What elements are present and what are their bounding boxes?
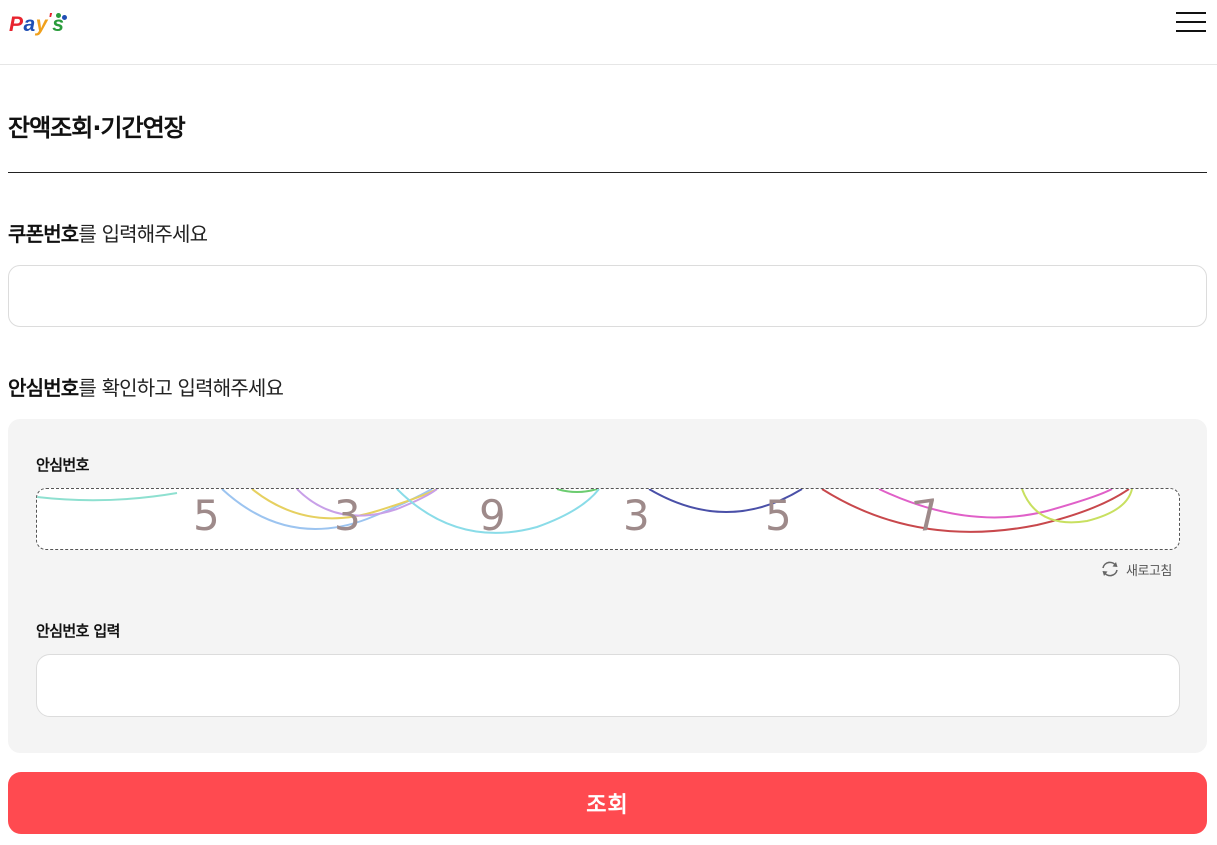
lookup-button[interactable]: 조회 (8, 772, 1207, 834)
captcha-digit: 5 (193, 491, 220, 540)
page-title: 잔액조회·기간연장 (8, 114, 186, 142)
refresh-captcha-button[interactable]: 새로고침 (1100, 559, 1172, 579)
refresh-label: 새로고침 (1126, 563, 1172, 579)
refresh-icon (1102, 561, 1118, 577)
coupon-label-bold: 쿠폰번호 (8, 222, 79, 246)
coupon-number-input[interactable] (8, 265, 1207, 327)
captcha-digit: 3 (334, 491, 361, 540)
hamburger-menu-icon[interactable] (1176, 12, 1208, 34)
captcha-image-label: 안심번호 (36, 456, 89, 474)
captcha-image: 5 3 9 3 5 7 (36, 488, 1180, 550)
captcha-digit: 5 (765, 491, 792, 540)
captcha-digit: 7 (909, 489, 944, 542)
captcha-digit: 3 (623, 491, 650, 540)
captcha-panel: 안심번호 5 3 9 3 5 7 새로고침 안심번호 입력 (8, 419, 1207, 753)
captcha-input-label: 안심번호 입력 (36, 622, 120, 640)
title-divider (8, 172, 1207, 173)
coupon-label: 쿠폰번호를 입력해주세요 (8, 218, 208, 247)
site-header: Pay's (0, 0, 1217, 65)
coupon-label-rest: 를 입력해주세요 (78, 222, 208, 246)
captcha-digit: 9 (479, 491, 506, 540)
captcha-section-label-rest: 를 확인하고 입력해주세요 (78, 376, 284, 400)
captcha-section-label-bold: 안심번호 (8, 376, 79, 400)
captcha-code-input[interactable] (36, 654, 1180, 717)
captcha-section-label: 안심번호를 확인하고 입력해주세요 (8, 372, 284, 401)
pays-logo[interactable]: Pay's (9, 11, 67, 39)
